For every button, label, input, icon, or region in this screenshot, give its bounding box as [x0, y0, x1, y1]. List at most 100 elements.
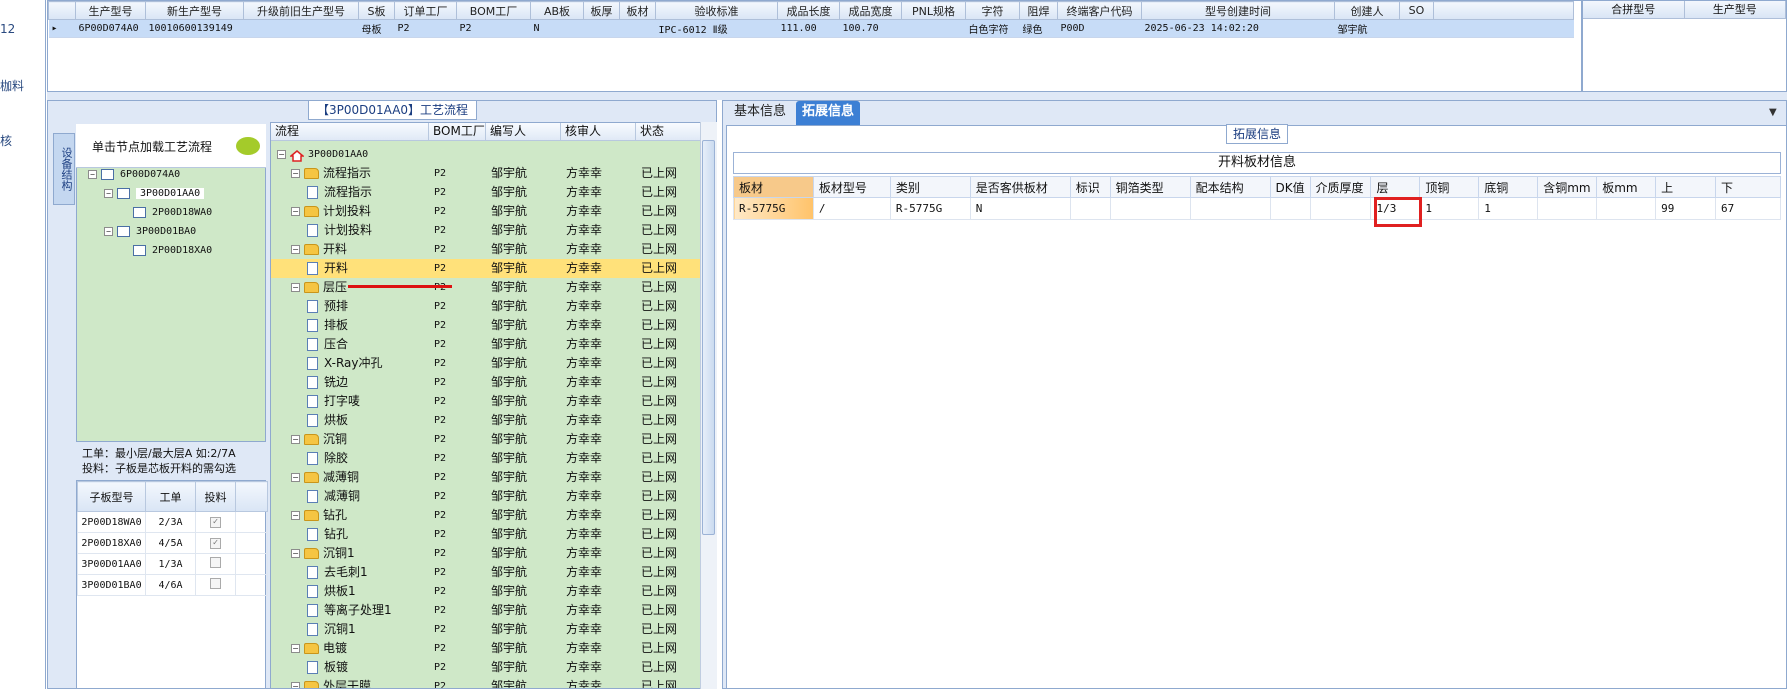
grid-cell[interactable]	[1399, 19, 1434, 38]
grid-cell[interactable]	[1069, 197, 1111, 220]
column-header[interactable]: 顶铜	[1419, 176, 1480, 198]
flow-row[interactable]: 去毛刺1 P2 邹宇航 方幸幸 已上网	[271, 563, 701, 582]
flow-row[interactable]: − 计划投料 P2 邹宇航 方幸幸 已上网	[271, 202, 701, 221]
column-header[interactable]: AB板	[530, 1, 584, 20]
tree-node[interactable]: 2P00D18XA0	[120, 245, 212, 256]
expand-toggle-icon[interactable]: −	[104, 189, 113, 198]
feed-checkbox[interactable]	[210, 557, 221, 568]
column-header[interactable]: 底铜	[1478, 176, 1539, 198]
tab-device-structure[interactable]: 设备结构	[53, 133, 75, 205]
tree-node[interactable]: − 3P00D01AA0	[104, 188, 205, 199]
grid-cell[interactable]: N	[969, 197, 1071, 220]
grid-cell[interactable]: IPC-6012 Ⅱ级	[655, 19, 778, 38]
column-header[interactable]: 含铜mm	[1537, 176, 1598, 198]
expand-toggle-icon[interactable]: −	[88, 170, 97, 179]
column-header[interactable]: DK值	[1269, 176, 1311, 198]
column-header[interactable]: 订单工厂	[394, 1, 457, 20]
flow-row[interactable]: 预排 P2 邹宇航 方幸幸 已上网	[271, 297, 701, 316]
tree-node[interactable]: 2P00D18WA0	[120, 207, 212, 218]
grid-cell[interactable]: R-5775G	[733, 197, 814, 220]
grid-cell[interactable]	[619, 19, 656, 38]
column-header[interactable]: 层	[1370, 176, 1421, 198]
collapse-icon[interactable]: −	[291, 644, 300, 653]
grid-cell[interactable]: 2P00D18WA0	[77, 511, 146, 533]
flow-row[interactable]: − 开料 P2 邹宇航 方幸幸 已上网	[271, 240, 701, 259]
grid-cell[interactable]: 67	[1715, 197, 1781, 220]
column-header[interactable]: 编写人	[486, 123, 561, 140]
grid-cell[interactable]: N	[530, 19, 584, 38]
chevron-down-icon[interactable]: ▼	[1769, 107, 1777, 118]
column-header[interactable]: 子板型号	[77, 481, 146, 512]
column-header[interactable]	[48, 1, 76, 20]
column-header[interactable]: 生产型号	[1685, 1, 1786, 18]
grid-cell[interactable]: 111.00	[777, 19, 840, 38]
table-row[interactable]: 2P00D18XA0 4/5A ✓	[77, 532, 268, 554]
column-header[interactable]: 标识	[1069, 176, 1111, 198]
column-header[interactable]: 合拼型号	[1583, 1, 1685, 18]
flow-row[interactable]: − 减薄铜 P2 邹宇航 方幸幸 已上网	[271, 468, 701, 487]
nav-item[interactable]: 12	[0, 22, 15, 36]
column-header[interactable]: 流程	[271, 123, 429, 140]
column-header[interactable]: 验收标准	[655, 1, 778, 20]
table-row[interactable]: 3P00D01AA0 1/3A	[77, 553, 268, 575]
flow-row[interactable]: 沉铜1 P2 邹宇航 方幸幸 已上网	[271, 620, 701, 639]
column-header[interactable]: SO	[1399, 1, 1434, 20]
grid-cell[interactable]	[1269, 197, 1311, 220]
column-header[interactable]: 阻焊	[1019, 1, 1058, 20]
tree-node[interactable]: − 6P00D074A0	[88, 169, 180, 180]
grid-cell[interactable]: 100.70	[839, 19, 902, 38]
column-header[interactable]: 板材	[619, 1, 656, 20]
flow-row[interactable]: − 流程指示 P2 邹宇航 方幸幸 已上网	[271, 164, 701, 183]
grid-cell[interactable]: 2/3A	[145, 511, 196, 533]
collapse-icon[interactable]: −	[291, 511, 300, 520]
collapse-icon[interactable]: −	[291, 435, 300, 444]
grid-cell[interactable]: 10010600139149	[145, 19, 244, 38]
flow-row[interactable]: 开料 P2 邹宇航 方幸幸 已上网	[271, 259, 701, 278]
grid-cell[interactable]: 白色字符	[965, 19, 1020, 38]
flow-row[interactable]: 减薄铜 P2 邹宇航 方幸幸 已上网	[271, 487, 701, 506]
column-header[interactable]: 类别	[889, 176, 971, 198]
flow-row[interactable]: − 沉铜1 P2 邹宇航 方幸幸 已上网	[271, 544, 701, 563]
feed-checkbox[interactable]: ✓	[210, 517, 221, 528]
column-header[interactable]: 下	[1715, 176, 1781, 198]
grid-cell[interactable]	[243, 19, 359, 38]
expand-toggle-icon[interactable]: −	[104, 227, 113, 236]
feed-checkbox[interactable]	[210, 578, 221, 589]
column-header[interactable]: 生产型号	[75, 1, 146, 20]
column-header[interactable]: 状态	[636, 123, 701, 140]
grid-cell[interactable]: P00D	[1057, 19, 1142, 38]
column-header[interactable]: 新生产型号	[145, 1, 244, 20]
column-header[interactable]: 升级前旧生产型号	[243, 1, 359, 20]
grid-cell[interactable]: P2	[394, 19, 457, 38]
collapse-icon[interactable]: −	[291, 169, 300, 178]
flow-row[interactable]: 等离子处理1 P2 邹宇航 方幸幸 已上网	[271, 601, 701, 620]
flow-row[interactable]: − 外层干膜 P2 邹宇航 方幸幸 已上网	[271, 677, 701, 688]
column-header[interactable]: 板材	[733, 176, 814, 198]
flow-row[interactable]: − 钻孔 P2 邹宇航 方幸幸 已上网	[271, 506, 701, 525]
column-header[interactable]: 创建人	[1334, 1, 1400, 20]
tab-extended-info[interactable]: 拓展信息	[796, 101, 861, 125]
grid-cell[interactable]: 邹宇航	[1334, 19, 1400, 38]
flow-row[interactable]: 流程指示 P2 邹宇航 方幸幸 已上网	[271, 183, 701, 202]
flow-row[interactable]: −层压P2邹宇航方幸幸已上网	[271, 278, 701, 297]
flow-row[interactable]: 计划投料 P2 邹宇航 方幸幸 已上网	[271, 221, 701, 240]
collapse-icon[interactable]: −	[277, 150, 286, 159]
flow-row[interactable]: 烘板 P2 邹宇航 方幸幸 已上网	[271, 411, 701, 430]
grid-cell[interactable]	[1309, 197, 1372, 220]
collapse-icon[interactable]: −	[291, 473, 300, 482]
column-header[interactable]: 成品宽度	[839, 1, 902, 20]
column-header[interactable]: 核审人	[561, 123, 636, 140]
flow-row[interactable]: − 沉铜 P2 邹宇航 方幸幸 已上网	[271, 430, 701, 449]
grid-cell[interactable]: 3P00D01AA0	[77, 553, 146, 575]
grid-cell[interactable]: 母板	[358, 19, 395, 38]
column-header[interactable]: 配本结构	[1189, 176, 1271, 198]
grid-cell[interactable]: 99	[1655, 197, 1716, 220]
grid-cell[interactable]: R-5775G	[889, 197, 971, 220]
grid-cell[interactable]: 2P00D18XA0	[77, 532, 146, 554]
collapse-icon[interactable]: −	[291, 283, 300, 292]
grid-cell[interactable]: 4/6A	[145, 574, 196, 596]
nav-item[interactable]: 核	[0, 132, 12, 149]
flow-row[interactable]: − 电镀 P2 邹宇航 方幸幸 已上网	[271, 639, 701, 658]
flow-row[interactable]: 排板 P2 邹宇航 方幸幸 已上网	[271, 316, 701, 335]
column-header[interactable]: 型号创建时间	[1141, 1, 1335, 20]
